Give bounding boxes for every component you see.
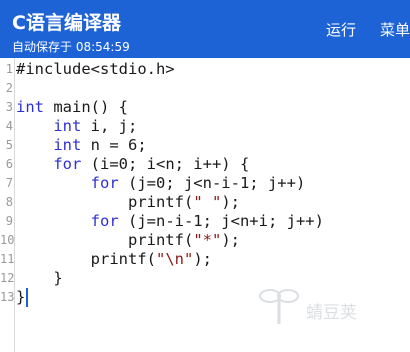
text-cursor xyxy=(26,288,28,307)
app-bar: C语言编译器 自动保存于 08:54:59 运行 菜单 xyxy=(0,0,410,58)
line-number: 1 xyxy=(5,62,13,76)
code-line[interactable]: 9 for (j=n-i-1; j<n+i; j++) xyxy=(0,212,410,231)
line-number: 11 xyxy=(0,252,15,266)
code-text: int main() { xyxy=(16,98,128,116)
code-text: for (j=0; j<n-i-1; j++) xyxy=(90,174,306,192)
code-line[interactable]: 5 int n = 6; xyxy=(0,136,410,155)
watermark: 蜻豆荚 xyxy=(258,286,368,328)
code-line[interactable]: 7 for (j=0; j<n-i-1; j++) xyxy=(0,174,410,193)
code-line[interactable]: 2 xyxy=(0,79,410,98)
line-number: 6 xyxy=(5,157,13,171)
code-line[interactable]: 11 printf("\n"); xyxy=(0,250,410,269)
code-line[interactable]: 10 printf("*"); xyxy=(0,231,410,250)
line-number: 5 xyxy=(5,138,13,152)
run-button[interactable]: 运行 xyxy=(326,19,356,40)
code-line[interactable]: 3 int main() { xyxy=(0,98,410,117)
line-number: 8 xyxy=(5,195,13,209)
code-text: printf(" "); xyxy=(16,193,240,211)
line-number: 12 xyxy=(0,271,15,285)
code-text: printf("*"); xyxy=(16,231,240,249)
line-number: 7 xyxy=(5,176,13,190)
app-title: C语言编译器 xyxy=(12,12,121,34)
code-text: printf("\n"); xyxy=(16,250,212,268)
code-text: for (i=0; i<n; i++) { xyxy=(53,155,250,173)
menu-button[interactable]: 菜单 xyxy=(380,19,410,40)
line-number: 10 xyxy=(0,233,15,247)
code-line[interactable]: 4 int i, j; xyxy=(0,117,410,136)
code-text: int n = 6; xyxy=(53,136,147,154)
code-line[interactable]: 8 printf(" "); xyxy=(0,193,410,212)
line-number: 9 xyxy=(5,214,13,228)
line-number: 13 xyxy=(0,290,15,304)
code-text: #include<stdio.h> xyxy=(16,60,175,78)
line-number: 4 xyxy=(5,119,13,133)
code-text: for (j=n-i-1; j<n+i; j++) xyxy=(90,212,324,230)
code-text: int i, j; xyxy=(53,117,138,135)
code-text: } xyxy=(16,269,63,287)
code-text: } xyxy=(16,288,26,306)
watermark-text: 蜻豆荚 xyxy=(306,303,357,323)
code-line[interactable]: 1 #include<stdio.h> xyxy=(0,60,410,79)
line-number: 2 xyxy=(5,81,13,95)
dragonfly-logo-icon xyxy=(259,289,299,324)
line-number: 3 xyxy=(5,100,13,114)
autosave-status: 自动保存于 08:54:59 xyxy=(12,40,130,54)
code-line[interactable]: 6 for (i=0; i<n; i++) { xyxy=(0,155,410,174)
